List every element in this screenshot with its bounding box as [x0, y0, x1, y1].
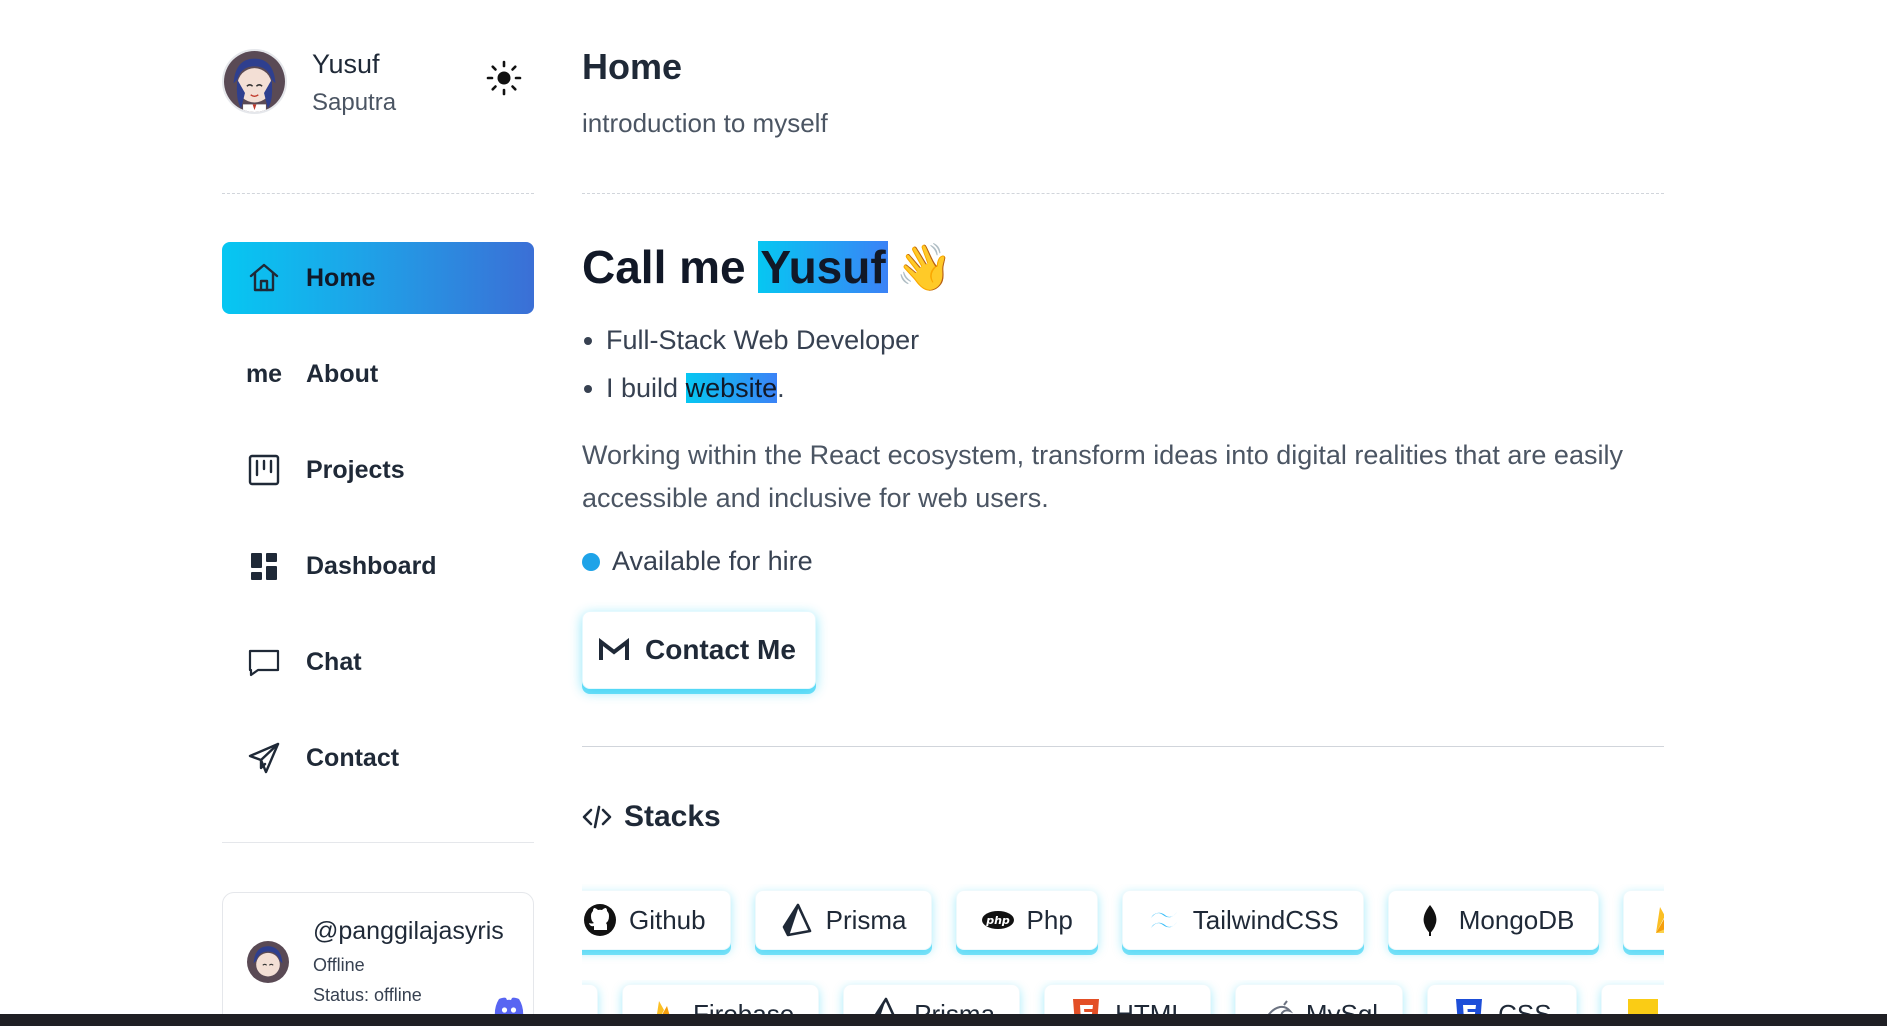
stacks-marquee-row-1: Github Prisma php Php TailwindCSS MongoD…	[582, 884, 1664, 964]
home-icon	[246, 260, 282, 296]
sidebar-divider	[222, 193, 534, 194]
hero-name-highlight: Yusuf	[758, 241, 888, 293]
chat-bubble-icon	[246, 644, 282, 680]
sun-icon	[486, 60, 522, 96]
php-icon: php	[981, 903, 1015, 937]
sidebar-nav: Home me About Projects Dashboard Chat Co…	[222, 242, 534, 818]
stack-chip-php[interactable]: php Php	[955, 890, 1098, 950]
sidebar-item-dashboard[interactable]: Dashboard	[222, 530, 534, 602]
build-highlight: website	[685, 373, 778, 403]
hero-prefix: Call me	[582, 241, 746, 293]
list-item: Full-Stack Web Developer	[582, 322, 919, 370]
sidebar-divider	[222, 842, 534, 843]
sidebar-item-label: About	[306, 360, 379, 388]
sidebar-item-about[interactable]: me About	[222, 338, 534, 410]
stack-chip-github[interactable]: Github	[582, 890, 731, 950]
intro-description: Working within the React ecosystem, tran…	[582, 440, 1623, 513]
discord-status-card[interactable]: @panggilajasyris Offline Status: offline	[222, 892, 534, 1026]
stacks-track: Github Prisma php Php TailwindCSS MongoD…	[582, 890, 1664, 950]
paper-plane-icon	[246, 740, 282, 776]
svg-text:php: php	[985, 914, 1010, 927]
sidebar-item-label: Chat	[306, 648, 362, 676]
stack-chip-label: TailwindCSS	[1192, 904, 1339, 935]
header-divider	[582, 193, 1664, 194]
sidebar-item-label: Dashboard	[306, 552, 437, 580]
page-title: Home	[582, 46, 683, 87]
page-subtitle: introduction to myself	[582, 108, 828, 138]
stack-chip-prisma[interactable]: Prisma	[754, 890, 932, 950]
availability-status: Available for hire	[582, 546, 813, 577]
contact-me-button[interactable]: Contact Me	[582, 611, 816, 689]
stacks-title: Stacks	[624, 800, 721, 833]
list-item: I build website.	[582, 370, 919, 418]
discord-username: @panggilajasyris	[313, 917, 504, 945]
avatar-image	[224, 51, 285, 112]
hero-title: Call me Yusuf 👋	[582, 240, 953, 295]
sidebar-item-label: Projects	[306, 456, 405, 484]
profile-last-name: Saputra	[312, 89, 397, 116]
waving-hand-icon: 👋	[895, 241, 953, 293]
role-list: Full-Stack Web Developer I build website…	[582, 322, 919, 418]
stack-chip-mongodb[interactable]: MongoDB	[1387, 890, 1600, 950]
projects-board-icon	[246, 452, 282, 488]
role-text: Full-Stack Web Developer	[606, 325, 920, 355]
profile-header: Yusuf Saputra	[222, 49, 534, 119]
sidebar-item-home[interactable]: Home	[222, 242, 534, 314]
avatar[interactable]	[222, 49, 287, 114]
section-divider	[582, 746, 1664, 747]
firebase-icon	[1648, 903, 1664, 937]
status-dot-icon	[582, 552, 600, 571]
tailwind-icon	[1147, 903, 1181, 937]
mongodb-icon	[1413, 903, 1447, 937]
profile-first-name: Yusuf	[312, 49, 380, 79]
code-icon	[582, 805, 612, 829]
gmail-icon	[599, 638, 629, 660]
stack-chip-label: Prisma	[825, 904, 907, 935]
discord-status-text: Status: offline	[313, 985, 422, 1005]
stack-chip-label: MongoDB	[1458, 904, 1575, 935]
sidebar-item-contact[interactable]: Contact	[222, 722, 534, 794]
taskbar-strip	[0, 1014, 1887, 1026]
stack-chip-tailwindcss[interactable]: TailwindCSS	[1121, 890, 1364, 950]
sidebar-item-chat[interactable]: Chat	[222, 626, 534, 698]
stack-chip-label: Php	[1026, 904, 1073, 935]
build-suffix: .	[777, 373, 785, 403]
contact-me-label: Contact Me	[645, 634, 796, 665]
me-text-icon: me	[245, 359, 283, 388]
dashboard-grid-icon	[246, 548, 282, 584]
discord-avatar	[247, 941, 289, 983]
build-prefix: I build	[606, 373, 679, 403]
theme-toggle-button[interactable]	[485, 59, 523, 97]
sidebar-item-label: Contact	[306, 744, 400, 772]
availability-text: Available for hire	[612, 546, 813, 576]
stack-chip-label: Github	[629, 904, 706, 935]
github-icon	[583, 903, 617, 937]
stack-chip-firebase[interactable]	[1623, 890, 1664, 950]
prisma-icon	[780, 903, 814, 937]
discord-state: Offline	[313, 955, 365, 975]
sidebar-item-label: Home	[306, 264, 376, 292]
stacks-heading: Stacks	[582, 800, 721, 834]
sidebar-item-projects[interactable]: Projects	[222, 434, 534, 506]
